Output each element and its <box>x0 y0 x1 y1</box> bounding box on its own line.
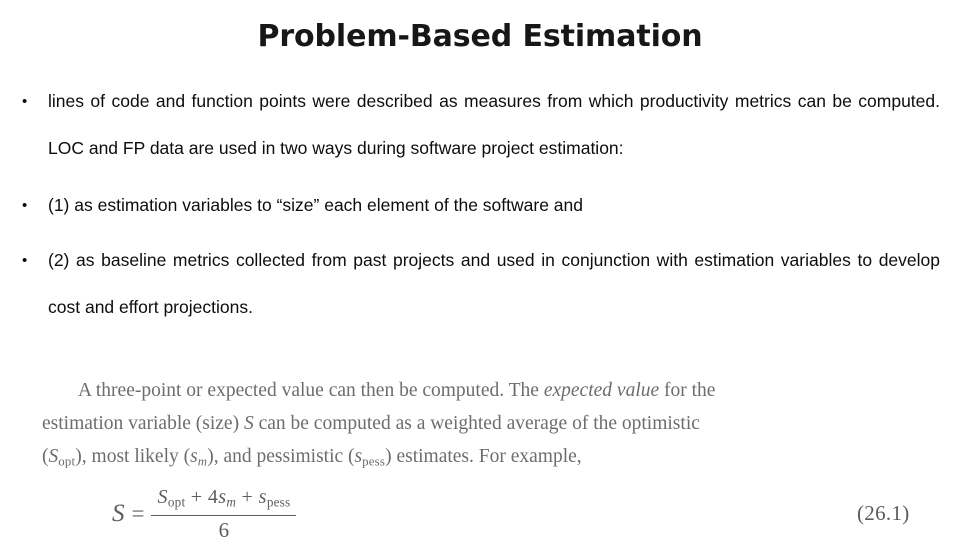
textbook-excerpt: A three-point or expected value can then… <box>42 374 932 479</box>
bullet-item: • lines of code and function points were… <box>22 78 940 172</box>
bullet-marker: • <box>22 93 28 110</box>
excerpt-text: for the <box>659 380 716 401</box>
excerpt-variable-s-pess: s <box>354 446 363 467</box>
excerpt-text: can be computed as a weighted average of… <box>253 413 700 434</box>
equation-expected-value: S = Sopt + 4sm + spess 6 <box>112 486 297 542</box>
excerpt-line: A three-point or expected value can then… <box>42 374 932 407</box>
equation-operator: + 4 <box>185 486 219 508</box>
excerpt-line: (Sopt), most likely (sm), and pessimisti… <box>42 440 932 479</box>
equation-operator: + <box>236 486 259 508</box>
equation-term-s-pess: s <box>258 486 267 508</box>
excerpt-line: estimation variable (size) S can be comp… <box>42 407 932 440</box>
bullet-text: (1) as estimation variables to “size” ea… <box>48 195 583 215</box>
excerpt-emphasis: expected value <box>543 380 660 401</box>
bullet-item: • (1) as estimation variables to “size” … <box>22 182 940 229</box>
excerpt-text: ), most likely ( <box>75 446 191 467</box>
slide-title: Problem-Based Estimation <box>257 19 703 54</box>
bullet-text: (2) as baseline metrics collected from p… <box>48 250 940 317</box>
excerpt-variable-s: S <box>243 413 254 434</box>
excerpt-text: estimation variable (size) <box>42 413 244 434</box>
bullet-marker: • <box>22 252 28 269</box>
equation-lhs: S <box>112 499 125 527</box>
bullet-marker: • <box>22 197 28 214</box>
equation-equals-sign: = <box>131 500 145 526</box>
bullet-text: lines of code and function points were d… <box>48 91 940 158</box>
excerpt-subscript-opt: opt <box>58 454 76 469</box>
excerpt-subscript-m: m <box>197 454 208 469</box>
equation-subscript-opt: opt <box>167 494 186 510</box>
equation-subscript-m: m <box>226 494 237 510</box>
equation-numerator: Sopt + 4sm + spess <box>151 486 297 516</box>
excerpt-subscript-pess: pess <box>362 454 386 469</box>
equation-denominator: 6 <box>218 517 230 542</box>
slide-body: • lines of code and function points were… <box>22 78 940 331</box>
excerpt-variable-s-m: s <box>190 446 198 467</box>
excerpt-text: A three-point or expected value can then… <box>78 380 544 401</box>
equation-fraction: Sopt + 4sm + spess 6 <box>151 486 297 542</box>
excerpt-variable-s-opt: S <box>48 446 59 467</box>
excerpt-text: ), and pessimistic ( <box>207 446 355 467</box>
equation-term-s-opt: S <box>157 486 168 508</box>
slide-canvas: Problem-Based Estimation • lines of code… <box>0 0 960 542</box>
excerpt-text: ) estimates. For example, <box>385 446 582 467</box>
equation-number: (26.1) <box>857 501 910 525</box>
equation-subscript-pess: pess <box>266 494 291 510</box>
bullet-item: • (2) as baseline metrics collected from… <box>22 237 940 331</box>
